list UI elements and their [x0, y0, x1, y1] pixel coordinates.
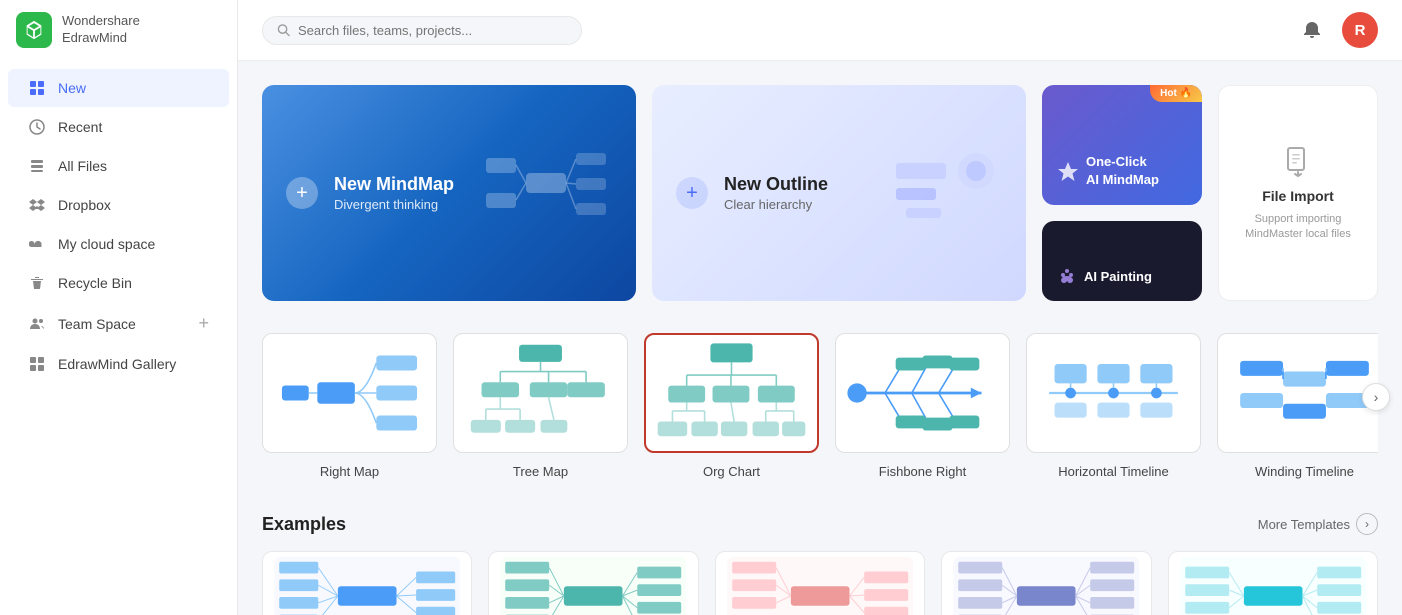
dropbox-label: Dropbox — [58, 197, 209, 213]
ai-cards-col: Hot 🔥 One-Click AI MindMap — [1042, 85, 1202, 301]
example-4-preview — [942, 552, 1150, 615]
sidebar: Wondershare EdrawMind New Recent — [0, 0, 238, 615]
new-outline-plus[interactable]: + — [676, 177, 708, 209]
sidebar-item-dropbox[interactable]: Dropbox — [8, 186, 229, 224]
more-templates-arrow: › — [1356, 513, 1378, 535]
new-outline-card[interactable]: + New Outline Clear hierarchy — [652, 85, 1026, 301]
example-3-preview — [716, 552, 924, 615]
header: R — [238, 0, 1402, 61]
horizontal-timeline-preview — [1026, 333, 1201, 453]
example-card-5[interactable] — [1168, 551, 1378, 615]
app-logo: Wondershare EdrawMind — [0, 0, 237, 60]
ai-mindmap-line2: AI MindMap — [1086, 171, 1159, 189]
org-chart-label: Org Chart — [703, 464, 760, 479]
template-right-map[interactable]: Right Map — [262, 333, 437, 481]
recent-icon — [28, 118, 46, 136]
mindmap-decoration — [476, 143, 616, 243]
file-import-subtitle: Support importing MindMaster local files — [1235, 212, 1361, 243]
horizontal-timeline-label: Horizontal Timeline — [1058, 464, 1169, 479]
example-2-preview — [489, 552, 697, 615]
content-area: + New MindMap Divergent thinking — [238, 61, 1402, 615]
gallery-label: EdrawMind Gallery — [58, 356, 209, 372]
new-outline-subtitle: Clear hierarchy — [724, 197, 828, 212]
dropbox-icon — [28, 196, 46, 214]
example-card-4[interactable] — [941, 551, 1151, 615]
files-icon — [28, 157, 46, 175]
ai-mindmap-line1: One-Click — [1086, 153, 1159, 171]
notification-bell[interactable] — [1294, 12, 1330, 48]
recycle-bin-label: Recycle Bin — [58, 275, 209, 291]
recent-label: Recent — [58, 119, 209, 135]
sidebar-item-recycle[interactable]: Recycle Bin — [8, 264, 229, 302]
examples-grid — [262, 551, 1378, 615]
ai-mindmap-card[interactable]: Hot 🔥 One-Click AI MindMap — [1042, 85, 1202, 205]
tree-map-preview — [453, 333, 628, 453]
fishbone-right-preview — [835, 333, 1010, 453]
sidebar-item-team-space[interactable]: Team Space + — [8, 303, 229, 344]
example-card-2[interactable] — [488, 551, 698, 615]
new-label: New — [58, 80, 209, 96]
file-import-card[interactable]: File Import Support importing MindMaster… — [1218, 85, 1378, 301]
right-map-preview — [262, 333, 437, 453]
fishbone-right-label: Fishbone Right — [879, 464, 966, 479]
example-card-3[interactable] — [715, 551, 925, 615]
scroll-right-arrow[interactable]: › — [1362, 383, 1390, 411]
search-input[interactable] — [298, 23, 567, 38]
file-import-title: File Import — [1262, 188, 1334, 204]
user-avatar[interactable]: R — [1342, 12, 1378, 48]
gallery-icon — [28, 355, 46, 373]
examples-section: Examples More Templates › — [262, 513, 1378, 615]
ai-painting-icon — [1058, 267, 1076, 285]
template-horizontal-timeline[interactable]: Horizontal Timeline — [1026, 333, 1201, 481]
right-map-label: Right Map — [320, 464, 379, 479]
file-import-icon — [1280, 144, 1316, 180]
team-icon — [28, 315, 46, 333]
template-winding-timeline[interactable]: Winding Timeline — [1217, 333, 1378, 481]
new-outline-title: New Outline — [724, 174, 828, 195]
team-space-label: Team Space — [58, 316, 186, 332]
all-files-label: All Files — [58, 158, 209, 174]
sidebar-item-new[interactable]: New — [8, 69, 229, 107]
ai-painting-label: AI Painting — [1084, 269, 1152, 284]
new-mindmap-subtitle: Divergent thinking — [334, 197, 454, 212]
winding-timeline-preview — [1217, 333, 1378, 453]
sidebar-item-my-cloud[interactable]: My cloud space — [8, 225, 229, 263]
template-org-chart[interactable]: Org Chart — [644, 333, 819, 481]
example-1-preview — [263, 552, 471, 615]
tree-map-label: Tree Map — [513, 464, 568, 479]
top-cards-row: + New MindMap Divergent thinking — [262, 85, 1378, 301]
team-space-plus[interactable]: + — [198, 313, 209, 334]
winding-timeline-label: Winding Timeline — [1255, 464, 1354, 479]
my-cloud-label: My cloud space — [58, 236, 209, 252]
ai-painting-card[interactable]: AI Painting — [1042, 221, 1202, 301]
cloud-icon — [28, 235, 46, 253]
new-mindmap-card[interactable]: + New MindMap Divergent thinking — [262, 85, 636, 301]
example-5-preview — [1169, 552, 1377, 615]
logo-icon — [16, 12, 52, 48]
sidebar-item-recent[interactable]: Recent — [8, 108, 229, 146]
new-mindmap-plus[interactable]: + — [286, 177, 318, 209]
ai-mindmap-icon — [1058, 161, 1078, 181]
main-area: R + New MindMap Divergent thinking — [238, 0, 1402, 615]
sidebar-nav: New Recent All Files — [0, 60, 237, 615]
new-icon — [28, 79, 46, 97]
templates-section: Right Map — [262, 333, 1378, 481]
app-name: Wondershare EdrawMind — [62, 13, 140, 47]
search-bar[interactable] — [262, 16, 582, 45]
hot-badge: Hot 🔥 — [1150, 85, 1202, 102]
sidebar-item-all-files[interactable]: All Files — [8, 147, 229, 185]
outline-decoration — [876, 143, 1006, 243]
trash-icon — [28, 274, 46, 292]
examples-title: Examples — [262, 514, 346, 535]
sidebar-item-gallery[interactable]: EdrawMind Gallery — [8, 345, 229, 383]
examples-header: Examples More Templates › — [262, 513, 1378, 535]
template-fishbone-right[interactable]: Fishbone Right — [835, 333, 1010, 481]
more-templates-link[interactable]: More Templates › — [1258, 513, 1378, 535]
template-tree-map[interactable]: Tree Map — [453, 333, 628, 481]
templates-scroll: Right Map — [262, 333, 1378, 481]
search-icon — [277, 23, 290, 37]
example-card-1[interactable] — [262, 551, 472, 615]
new-mindmap-title: New MindMap — [334, 174, 454, 195]
org-chart-preview — [644, 333, 819, 453]
